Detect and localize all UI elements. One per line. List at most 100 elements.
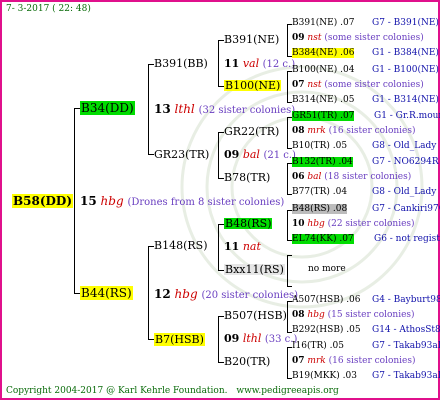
g5-breeder: hbg bbox=[307, 219, 325, 229]
bottom-mother-num: 09 bbox=[224, 332, 240, 345]
bottom-father-drone-info: 11 nat bbox=[224, 241, 261, 252]
top-mother-drone-info: 09 bal (21 c.) bbox=[224, 149, 296, 161]
queen-g4-3[interactable]: GR22(TR) bbox=[224, 126, 279, 137]
g5-origin: G8 - Old_Lady bbox=[372, 187, 437, 197]
queen-bottom-father[interactable]: B148(RS) bbox=[154, 240, 207, 251]
g5-queen[interactable]: GR51(TR) .07 bbox=[292, 111, 355, 121]
queen-root[interactable]: B58(DD) bbox=[12, 194, 74, 208]
queen-bottom-mother[interactable]: B7(HSB) bbox=[154, 333, 205, 346]
g5-row: B292(HSB) .05 G14 - AthosSt80R bbox=[292, 325, 440, 335]
g5-num: 07 bbox=[292, 80, 305, 90]
top-note: (32 sister colonies) bbox=[198, 105, 296, 116]
connector bbox=[148, 246, 149, 339]
connector bbox=[287, 163, 288, 194]
g5-breeder: nst bbox=[307, 33, 322, 43]
top-father-breeder: val bbox=[242, 57, 260, 70]
top-mother-num: 09 bbox=[224, 148, 240, 161]
g5-origin: G1 - Gr.R.mounta bbox=[374, 111, 440, 121]
g5-drone-row: 07 mrk (16 sister colonies) bbox=[292, 357, 416, 366]
connector bbox=[287, 347, 288, 378]
g5-row: B391(NE) .07 G7 - B391(NE) bbox=[292, 18, 439, 28]
g5-queen[interactable]: B100(NE) .04 bbox=[292, 65, 354, 75]
g5-queen[interactable]: EL74(KK) .07 bbox=[292, 234, 354, 244]
queen-top-father[interactable]: B391(BB) bbox=[154, 58, 208, 69]
g5-origin: G6 - not registe bbox=[374, 234, 440, 244]
queen-top[interactable]: B34(DD) bbox=[80, 101, 135, 115]
g5-queen[interactable]: B48(RS) .08 bbox=[292, 204, 348, 214]
queen-bottom[interactable]: B44(RS) bbox=[80, 286, 133, 300]
g5-row: A507(HSB) .06 G4 - Bayburt98-3 bbox=[292, 295, 440, 305]
g5-queen[interactable]: I16(TR) .05 bbox=[292, 341, 344, 351]
footer-url[interactable]: www.pedigreeapis.org bbox=[236, 386, 338, 396]
queen-g4-6[interactable]: Bxx11(RS) bbox=[224, 264, 285, 275]
connector bbox=[218, 132, 219, 178]
g5-row: B314(NE) .05 G1 - B314(NE) bbox=[292, 95, 439, 105]
top-breeder: lthl bbox=[174, 102, 195, 116]
bottom-mother-breeder: lthl bbox=[242, 332, 262, 345]
queen-g4-1[interactable]: B391(NE) bbox=[224, 34, 279, 45]
g5-origin: G1 - B384(NE) bbox=[372, 48, 439, 58]
g5-queen[interactable]: B384(NE) .06 bbox=[292, 48, 355, 58]
queen-g4-4[interactable]: B78(TR) bbox=[224, 172, 270, 183]
top-father-drone-info: 11 val (12 c.) bbox=[224, 58, 295, 70]
g5-breeder: mrk bbox=[307, 356, 326, 366]
g5-drone-row: 09 nst (some sister colonies) bbox=[292, 34, 424, 43]
connector bbox=[287, 210, 288, 240]
queen-g4-8[interactable]: B20(TR) bbox=[224, 356, 270, 367]
top-drone-info: 13 lthl (32 sister colonies) bbox=[154, 103, 295, 116]
root-num: 15 bbox=[80, 194, 97, 208]
g5-queen[interactable]: B77(TR) .04 bbox=[292, 187, 347, 197]
bottom-breeder: hbg bbox=[174, 287, 198, 301]
pedigree-frame: 7- 3-2017 ( 22: 48) B58(DD) 15 hbg (Dron… bbox=[0, 0, 440, 400]
g5-note: (18 sister colonies) bbox=[324, 172, 412, 182]
bottom-mother-drone-info: 09 lthl (33 c.) bbox=[224, 333, 297, 345]
date-stamp: 7- 3-2017 ( 22: 48) bbox=[6, 4, 91, 14]
bottom-father-num: 11 bbox=[224, 240, 240, 253]
connector bbox=[287, 255, 292, 256]
g5-drone-row: 08 mrk (16 sister colonies) bbox=[292, 127, 416, 136]
connector bbox=[218, 316, 219, 362]
g5-note: (16 sister colonies) bbox=[328, 356, 416, 366]
g5-note: (22 sister colonies) bbox=[327, 219, 415, 229]
g5-num: 06 bbox=[292, 172, 305, 182]
bottom-father-breeder: nat bbox=[242, 240, 261, 253]
queen-g4-2[interactable]: B100(NE) bbox=[224, 80, 282, 91]
g5-breeder: mrk bbox=[307, 126, 326, 136]
no-more-label: no more bbox=[308, 264, 346, 274]
g5-queen[interactable]: B132(TR) .04 bbox=[292, 157, 353, 167]
queen-top-mother[interactable]: GR23(TR) bbox=[154, 149, 209, 160]
queen-g4-5[interactable]: B48(RS) bbox=[224, 218, 273, 229]
g5-queen[interactable]: B19(MKK) .03 bbox=[292, 371, 357, 381]
g5-drone-row: 07 nst (some sister colonies) bbox=[292, 81, 424, 90]
top-num: 13 bbox=[154, 102, 171, 116]
connector bbox=[148, 64, 149, 154]
g5-num: 08 bbox=[292, 126, 305, 136]
top-father-note: (12 c.) bbox=[262, 59, 296, 70]
g5-note: (some sister colonies) bbox=[324, 80, 424, 90]
g5-breeder: hbg bbox=[307, 310, 325, 320]
top-father-num: 11 bbox=[224, 57, 240, 70]
connector bbox=[74, 108, 75, 293]
g5-queen[interactable]: B314(NE) .05 bbox=[292, 95, 354, 105]
g5-num: 10 bbox=[292, 219, 305, 229]
g5-breeder: bal bbox=[307, 172, 322, 182]
g5-queen[interactable]: B391(NE) .07 bbox=[292, 18, 354, 28]
connector bbox=[218, 224, 219, 270]
g5-row: B77(TR) .04 G8 - Old_Lady bbox=[292, 187, 436, 197]
connector bbox=[287, 24, 288, 56]
connector bbox=[218, 40, 219, 86]
footer-copyright: Copyright 2004-2017 @ Karl Kehrle Founda… bbox=[6, 386, 228, 396]
queen-g4-7[interactable]: B507(HSB) bbox=[224, 310, 287, 321]
root-breeder: hbg bbox=[100, 194, 124, 208]
g5-row: B100(NE) .04 G1 - B100(NE) bbox=[292, 65, 439, 75]
g5-queen[interactable]: B10(TR) .05 bbox=[292, 141, 347, 151]
footer-credit: Copyright 2004-2017 @ Karl Kehrle Founda… bbox=[6, 387, 339, 396]
g5-note: (15 sister colonies) bbox=[327, 310, 415, 320]
g5-row: B48(RS) .08 G7 - Cankiri97Q bbox=[292, 204, 440, 214]
bottom-drone-info: 12 hbg (20 sister colonies) bbox=[154, 288, 298, 301]
g5-queen[interactable]: A507(HSB) .06 bbox=[292, 295, 361, 305]
g5-queen[interactable]: B292(HSB) .05 bbox=[292, 325, 361, 335]
g5-drone-row: 10 hbg (22 sister colonies) bbox=[292, 220, 415, 229]
g5-row: B384(NE) .06 G1 - B384(NE) bbox=[292, 48, 439, 58]
g5-row: B10(TR) .05 G8 - Old_Lady bbox=[292, 141, 436, 151]
